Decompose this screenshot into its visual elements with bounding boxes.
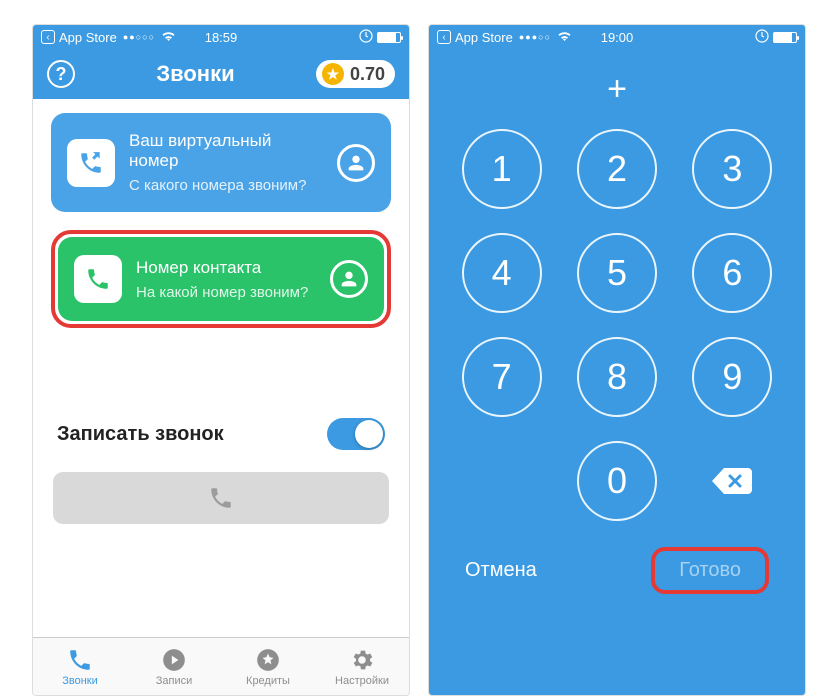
back-to-appstore[interactable]: ‹ App Store (437, 30, 513, 45)
record-call-label: Записать звонок (57, 423, 224, 446)
key-2[interactable]: 2 (577, 129, 657, 209)
done-button[interactable]: Готово (679, 559, 741, 582)
key-delete[interactable] (692, 441, 772, 521)
phone-icon (67, 647, 93, 673)
card-subtitle: На какой номер звоним? (136, 284, 316, 301)
phone-right: ‹ App Store ●●●○○ 19:00 + 1 2 3 4 5 6 7 … (428, 24, 806, 696)
card-text: Ваш виртуальный номер С какого номера зв… (129, 131, 323, 194)
back-to-appstore[interactable]: ‹ App Store (41, 30, 117, 45)
contact-icon[interactable] (337, 144, 375, 182)
key-7[interactable]: 7 (462, 337, 542, 417)
cancel-button[interactable]: Отмена (465, 559, 537, 582)
dialer: + 1 2 3 4 5 6 7 8 9 0 Отмена Готово (429, 49, 805, 695)
key-8[interactable]: 8 (577, 337, 657, 417)
virtual-number-card[interactable]: Ваш виртуальный номер С какого номера зв… (51, 113, 391, 212)
key-6[interactable]: 6 (692, 233, 772, 313)
record-call-row: Записать звонок (33, 418, 409, 450)
status-time: 19:00 (601, 30, 634, 45)
record-call-toggle[interactable] (327, 418, 385, 450)
tab-records[interactable]: Записи (127, 638, 221, 695)
dial-actions: Отмена Готово (455, 521, 779, 612)
contact-number-card[interactable]: Номер контакта На какой номер звоним? (58, 237, 384, 321)
backspace-icon (710, 466, 754, 496)
keypad: 1 2 3 4 5 6 7 8 9 0 (455, 119, 779, 521)
cards: Ваш виртуальный номер С какого номера зв… (33, 99, 409, 328)
tab-credits[interactable]: Кредиты (221, 638, 315, 695)
play-circle-icon (161, 647, 187, 673)
credit-value: 0.70 (350, 64, 385, 85)
rotation-lock-icon (359, 29, 373, 46)
wifi-icon (557, 30, 572, 45)
status-back-label: App Store (59, 30, 117, 45)
key-empty (462, 441, 542, 521)
dial-display: + (455, 59, 779, 119)
gear-icon (349, 647, 375, 673)
call-button[interactable] (53, 472, 389, 524)
tab-calls[interactable]: Звонки (33, 638, 127, 695)
wifi-icon (161, 30, 176, 45)
tab-label: Кредиты (246, 675, 290, 687)
key-4[interactable]: 4 (462, 233, 542, 313)
rotation-lock-icon (755, 29, 769, 46)
key-3[interactable]: 3 (692, 129, 772, 209)
phone-icon (74, 255, 122, 303)
status-back-label: App Store (455, 30, 513, 45)
chevron-left-icon: ‹ (41, 30, 55, 44)
signal-icon: ●●○○○ (123, 32, 155, 42)
help-button[interactable]: ? (47, 60, 75, 88)
battery-icon (773, 32, 797, 43)
phone-icon (208, 485, 234, 511)
credit-badge[interactable]: ★ 0.70 (316, 60, 395, 88)
tab-label: Звонки (62, 675, 98, 687)
highlight-contact-number: Номер контакта На какой номер звоним? (51, 230, 391, 328)
card-subtitle: С какого номера звоним? (129, 177, 323, 194)
header: ? Звонки ★ 0.70 (33, 49, 409, 99)
tab-bar: Звонки Записи Кредиты Настройки (33, 637, 409, 695)
status-bar: ‹ App Store ●●●○○ 19:00 (429, 25, 805, 49)
tab-label: Настройки (335, 675, 389, 687)
tab-settings[interactable]: Настройки (315, 638, 409, 695)
card-text: Номер контакта На какой номер звоним? (136, 258, 316, 301)
battery-icon (377, 32, 401, 43)
signal-icon: ●●●○○ (519, 32, 551, 42)
status-time: 18:59 (205, 30, 238, 45)
key-1[interactable]: 1 (462, 129, 542, 209)
card-title: Номер контакта (136, 258, 316, 278)
star-circle-icon (255, 647, 281, 673)
card-title: Ваш виртуальный номер (129, 131, 323, 171)
swap-phone-icon (67, 139, 115, 187)
page-title: Звонки (156, 61, 234, 87)
chevron-left-icon: ‹ (437, 30, 451, 44)
phone-left: ‹ App Store ●●○○○ 18:59 ? Звонки ★ 0.70 (32, 24, 410, 696)
status-bar: ‹ App Store ●●○○○ 18:59 (33, 25, 409, 49)
key-5[interactable]: 5 (577, 233, 657, 313)
star-icon: ★ (322, 63, 344, 85)
key-9[interactable]: 9 (692, 337, 772, 417)
key-0[interactable]: 0 (577, 441, 657, 521)
tab-label: Записи (156, 675, 193, 687)
highlight-done: Готово (651, 547, 769, 594)
contact-icon[interactable] (330, 260, 368, 298)
